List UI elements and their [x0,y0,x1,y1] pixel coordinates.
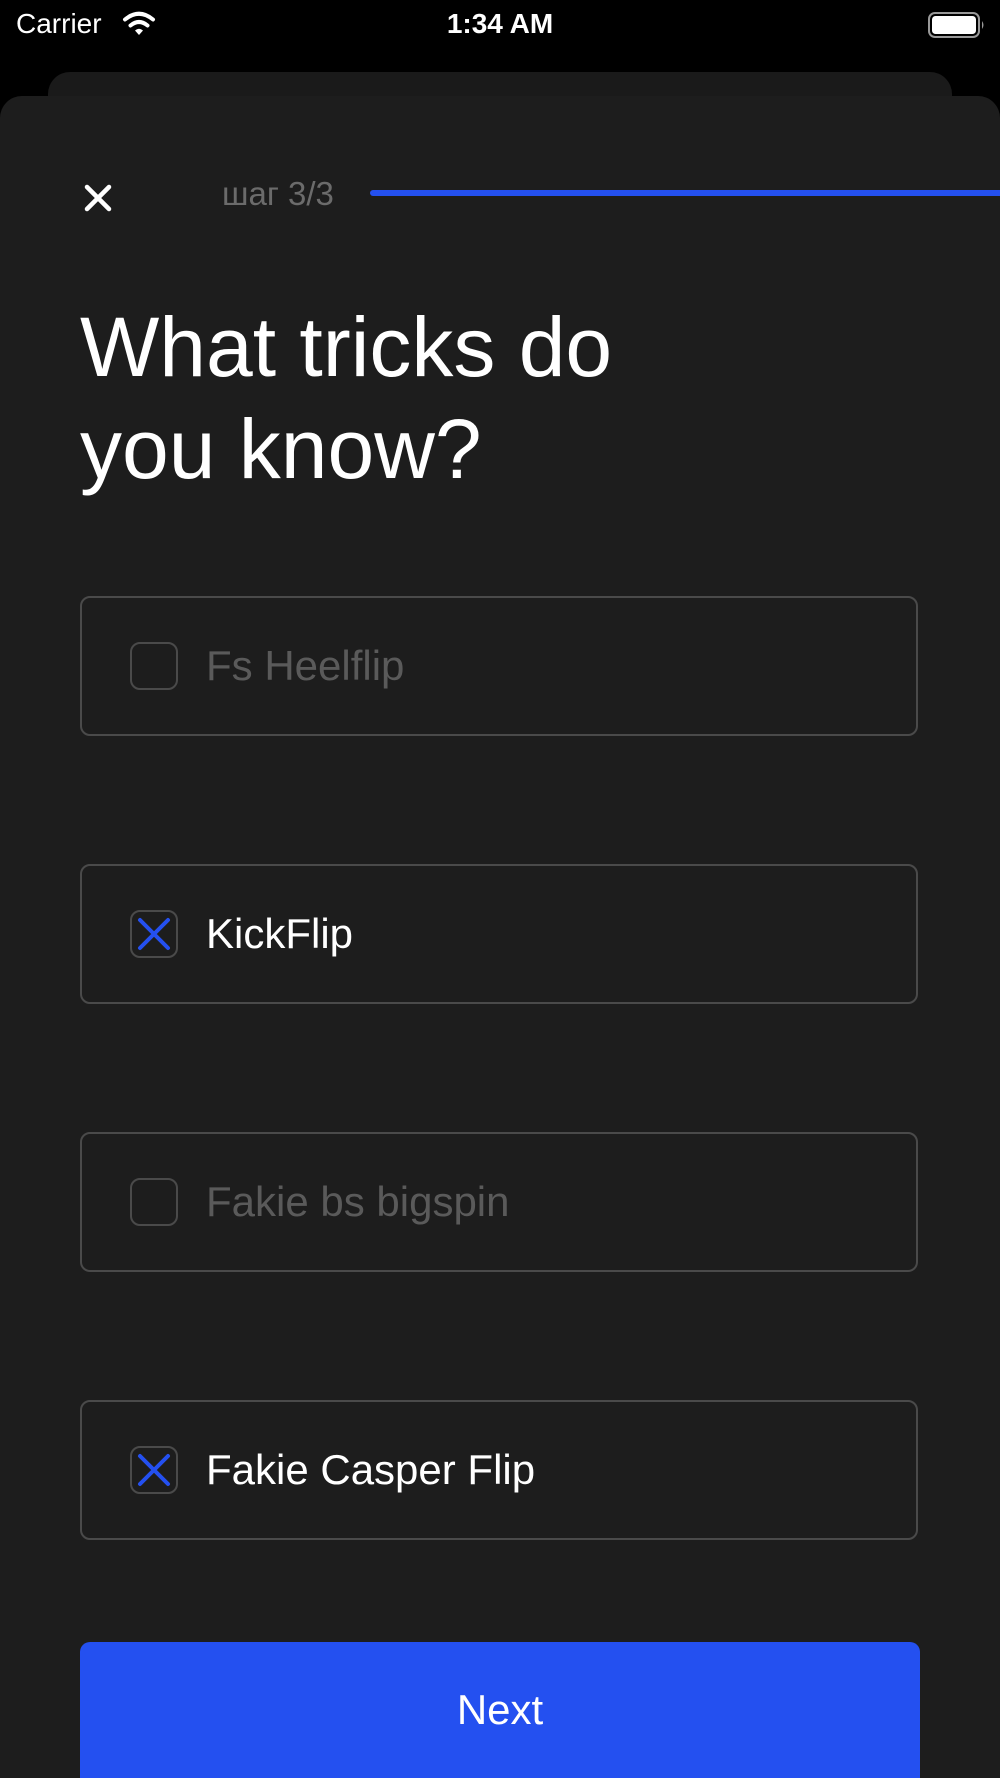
progress-bar [370,190,1000,196]
checkbox-unchecked[interactable] [130,642,178,690]
option-fakie-bs-bigspin[interactable]: Fakie bs bigspin [80,1132,918,1272]
next-button[interactable]: Next [80,1642,920,1778]
option-kickflip[interactable]: KickFlip [80,864,918,1004]
checkbox-checked[interactable] [130,910,178,958]
option-fakie-casper-flip[interactable]: Fakie Casper Flip [80,1400,918,1540]
option-fs-heelflip[interactable]: Fs Heelflip [80,596,918,736]
check-x-icon [138,918,170,950]
checkbox-unchecked[interactable] [130,1178,178,1226]
option-label: KickFlip [206,910,354,957]
battery-icon [928,11,986,39]
screen: Carrier 1:34 AM шаг 3/3 What tricks do y… [0,0,1000,1778]
page-title: What tricks do you know? [80,300,613,496]
close-icon [84,184,112,212]
status-time: 1:34 AM [446,8,554,39]
checkbox-checked[interactable] [130,1446,178,1494]
check-x-icon [138,1454,170,1486]
option-label: Fakie bs bigspin [206,1178,510,1225]
step-indicator: шаг 3/3 [222,175,334,212]
status-bar: Carrier 1:34 AM [0,0,1000,50]
option-label: Fs Heelflip [206,642,405,689]
option-label: Fakie Casper Flip [206,1446,536,1493]
close-button[interactable] [72,172,124,224]
progress-fill [370,190,1000,196]
